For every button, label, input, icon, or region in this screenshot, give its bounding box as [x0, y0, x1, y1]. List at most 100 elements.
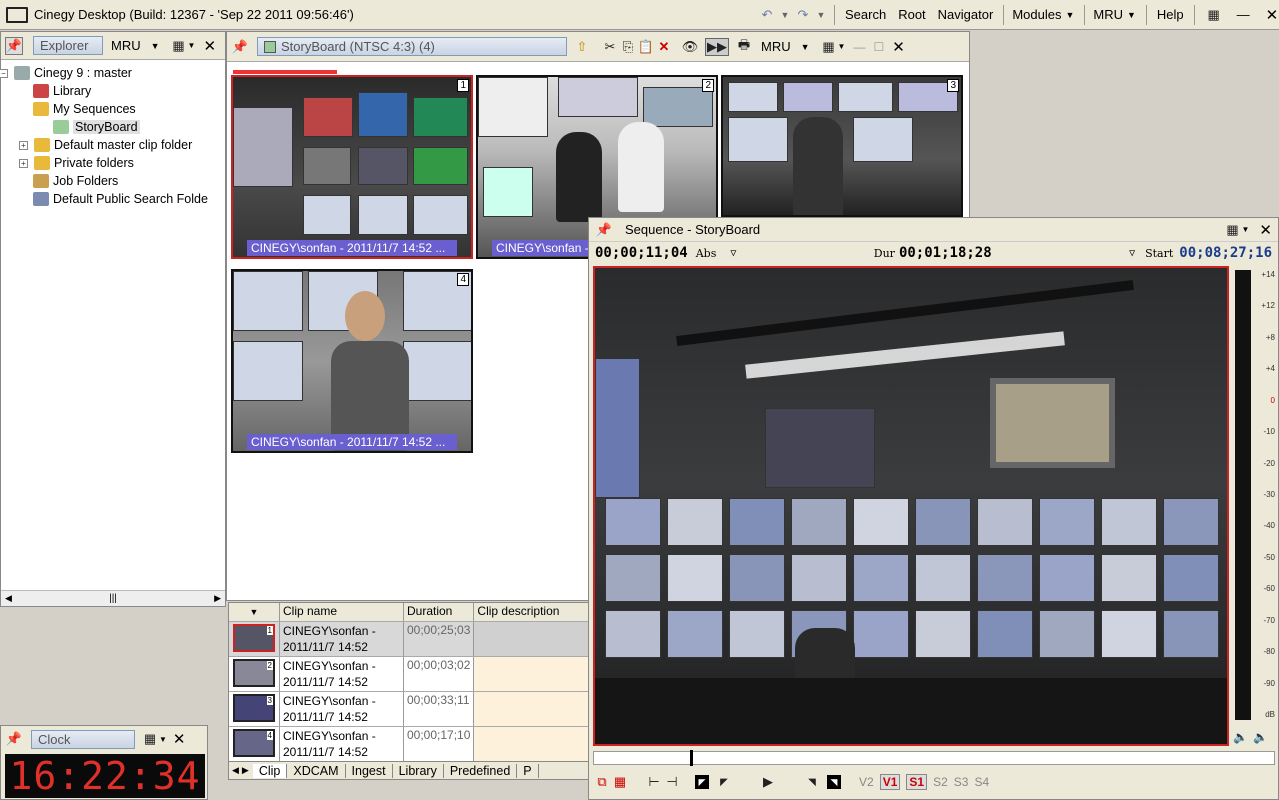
close-icon[interactable]: ✕ [203, 37, 216, 55]
close-icon[interactable]: ✕ [173, 730, 186, 748]
tab-ingest[interactable]: Ingest [346, 763, 393, 778]
play-all-icon[interactable]: ▶▶ [705, 37, 729, 56]
window-options-icon[interactable]: ▦ [1205, 6, 1223, 24]
description-cell[interactable] [473, 726, 591, 762]
timeline-scrubber[interactable] [593, 750, 1275, 766]
redo-icon[interactable]: ↷ [794, 6, 812, 24]
video-frame[interactable] [593, 266, 1229, 746]
speaker-icon[interactable]: 🔈 [1233, 730, 1248, 744]
undo-icon[interactable]: ↶ [758, 6, 776, 24]
start-dropdown-icon[interactable]: ▽ [1129, 248, 1135, 259]
mode-dropdown-icon[interactable]: ▽ [730, 248, 736, 259]
delete-icon[interactable]: ✕ [655, 38, 673, 56]
expand-icon[interactable]: + [19, 140, 28, 150]
window-options-icon[interactable]: ▦ [820, 38, 838, 56]
menu-help[interactable]: Help [1157, 7, 1184, 22]
pin-icon[interactable]: 📌 [5, 730, 23, 748]
explorer-hscrollbar[interactable]: ◀ ||| ▶ [1, 590, 225, 606]
storyboard-thumb[interactable]: 3 [721, 75, 963, 217]
tree-item[interactable]: + Private folders [19, 154, 134, 172]
grid-icon[interactable]: ▦ [611, 773, 629, 791]
close-icon[interactable]: ✕ [1266, 6, 1279, 24]
step-back-icon[interactable]: ◤ [715, 773, 733, 791]
description-cell[interactable] [473, 691, 591, 727]
copy-icon[interactable]: ⎘ [619, 38, 637, 56]
clock-tab[interactable]: Clock [31, 729, 135, 749]
table-row[interactable]: 1 CINEGY\sonfan - 2011/11/7 14:52 00;00;25… [229, 621, 591, 657]
tree-item[interactable]: My Sequences [33, 100, 136, 118]
menu-root[interactable]: Root [898, 7, 925, 22]
tab-p[interactable]: P [517, 763, 539, 778]
go-out-icon[interactable]: ◥ [827, 775, 841, 789]
maximize-icon[interactable]: ☐ [873, 40, 884, 54]
storyboard-mru[interactable]: MRU [761, 39, 791, 54]
close-icon[interactable]: ✕ [1259, 221, 1272, 239]
scroll-thumb[interactable]: ||| [109, 593, 117, 604]
tree-item[interactable]: Library [33, 82, 91, 100]
track-s1[interactable]: S1 [906, 774, 928, 790]
description-cell[interactable] [473, 656, 591, 692]
minimize-icon[interactable]: — [853, 40, 865, 54]
table-row[interactable]: 2 CINEGY\sonfan - 2011/11/7 14:52 00;00;03… [229, 656, 591, 692]
track-s4[interactable]: S4 [974, 775, 989, 789]
window-options-icon[interactable]: ▦ [1224, 221, 1242, 239]
sort-column-header[interactable]: ▼ [229, 603, 280, 622]
storyboard-thumb[interactable]: 4 CINEGY\sonfan - 2011/11/7 14:52 ... [231, 269, 473, 453]
speaker-icon[interactable]: 🔈 [1253, 730, 1268, 744]
redo-dropdown-icon[interactable]: ▼ [812, 6, 830, 24]
table-row[interactable]: 4 CINEGY\sonfan - 2011/11/7 14:52 00;00;17… [229, 726, 591, 762]
tab-xdcam[interactable]: XDCAM [287, 763, 346, 778]
tree-item[interactable]: − Cinegy 9 : master [0, 64, 132, 82]
menu-modules[interactable]: Modules [1012, 7, 1061, 22]
panel-options-dropdown-icon[interactable]: ▼ [838, 42, 846, 51]
explorer-tab[interactable]: Explorer [33, 36, 103, 55]
paste-icon[interactable]: 📋 [637, 38, 655, 56]
mark-in-icon[interactable]: ⊢ [645, 773, 663, 791]
scroll-left-icon[interactable]: ◀ [5, 593, 12, 604]
panel-options-dropdown-icon[interactable]: ▼ [159, 735, 167, 744]
play-icon[interactable]: ▶ [759, 773, 777, 791]
tab-scroll-right-icon[interactable]: ▶ [242, 765, 249, 776]
menu-search[interactable]: Search [845, 7, 886, 22]
tab-library[interactable]: Library [393, 763, 444, 778]
menu-navigator[interactable]: Navigator [938, 7, 994, 22]
panel-options-dropdown-icon[interactable]: ▼ [188, 41, 196, 50]
track-v2[interactable]: V2 [859, 775, 874, 789]
panel-options-dropdown-icon[interactable]: ▼ [1242, 225, 1250, 234]
folder-up-icon[interactable]: ⇧ [573, 38, 591, 56]
tree-item[interactable]: Default Public Search Folde [33, 190, 208, 208]
print-icon[interactable]: 🖶 [735, 37, 753, 56]
column-header[interactable]: Clip description [473, 603, 591, 622]
explorer-mru[interactable]: MRU [111, 38, 141, 53]
tab-clip[interactable]: Clip [252, 763, 288, 778]
scroll-right-icon[interactable]: ▶ [214, 593, 221, 604]
pin-icon[interactable]: 📌 [231, 38, 249, 56]
table-row[interactable]: 3 CINEGY\sonfan - 2011/11/7 14:52 00;00;33… [229, 691, 591, 727]
track-v1[interactable]: V1 [879, 774, 901, 790]
loop-icon[interactable]: ⧉ [593, 773, 611, 791]
menu-mru[interactable]: MRU [1093, 7, 1123, 22]
tree-item[interactable]: Job Folders [33, 172, 118, 190]
tab-predefined[interactable]: Predefined [444, 763, 518, 778]
step-forward-icon[interactable]: ◥ [803, 773, 821, 791]
tab-scroll-left-icon[interactable]: ◀ [232, 765, 239, 776]
window-options-icon[interactable]: ▦ [141, 730, 159, 748]
tree-item[interactable]: StoryBoard [53, 118, 140, 136]
storyboard-thumb[interactable]: 1 CINEGY\sonfan - 2011/11/7 14:52 ... [231, 75, 473, 259]
minimize-icon[interactable]: — [1237, 7, 1250, 22]
track-s2[interactable]: S2 [933, 775, 948, 789]
tree-item[interactable]: + Default master clip folder [19, 136, 192, 154]
cut-icon[interactable]: ✂ [601, 38, 619, 56]
window-options-icon[interactable]: ▦ [170, 37, 188, 55]
go-in-icon[interactable]: ◤ [695, 775, 709, 789]
pin-icon[interactable]: 📌 [5, 36, 23, 55]
expand-icon[interactable]: + [19, 158, 28, 168]
track-s3[interactable]: S3 [954, 775, 969, 789]
undo-dropdown-icon[interactable]: ▼ [776, 6, 794, 24]
close-icon[interactable]: ✕ [892, 38, 905, 56]
eye-icon[interactable]: 👁 [681, 38, 699, 56]
scrub-position[interactable] [690, 750, 693, 766]
collapse-icon[interactable]: − [0, 68, 8, 78]
column-header[interactable]: Clip name [279, 603, 404, 622]
column-header[interactable]: Duration [403, 603, 475, 622]
